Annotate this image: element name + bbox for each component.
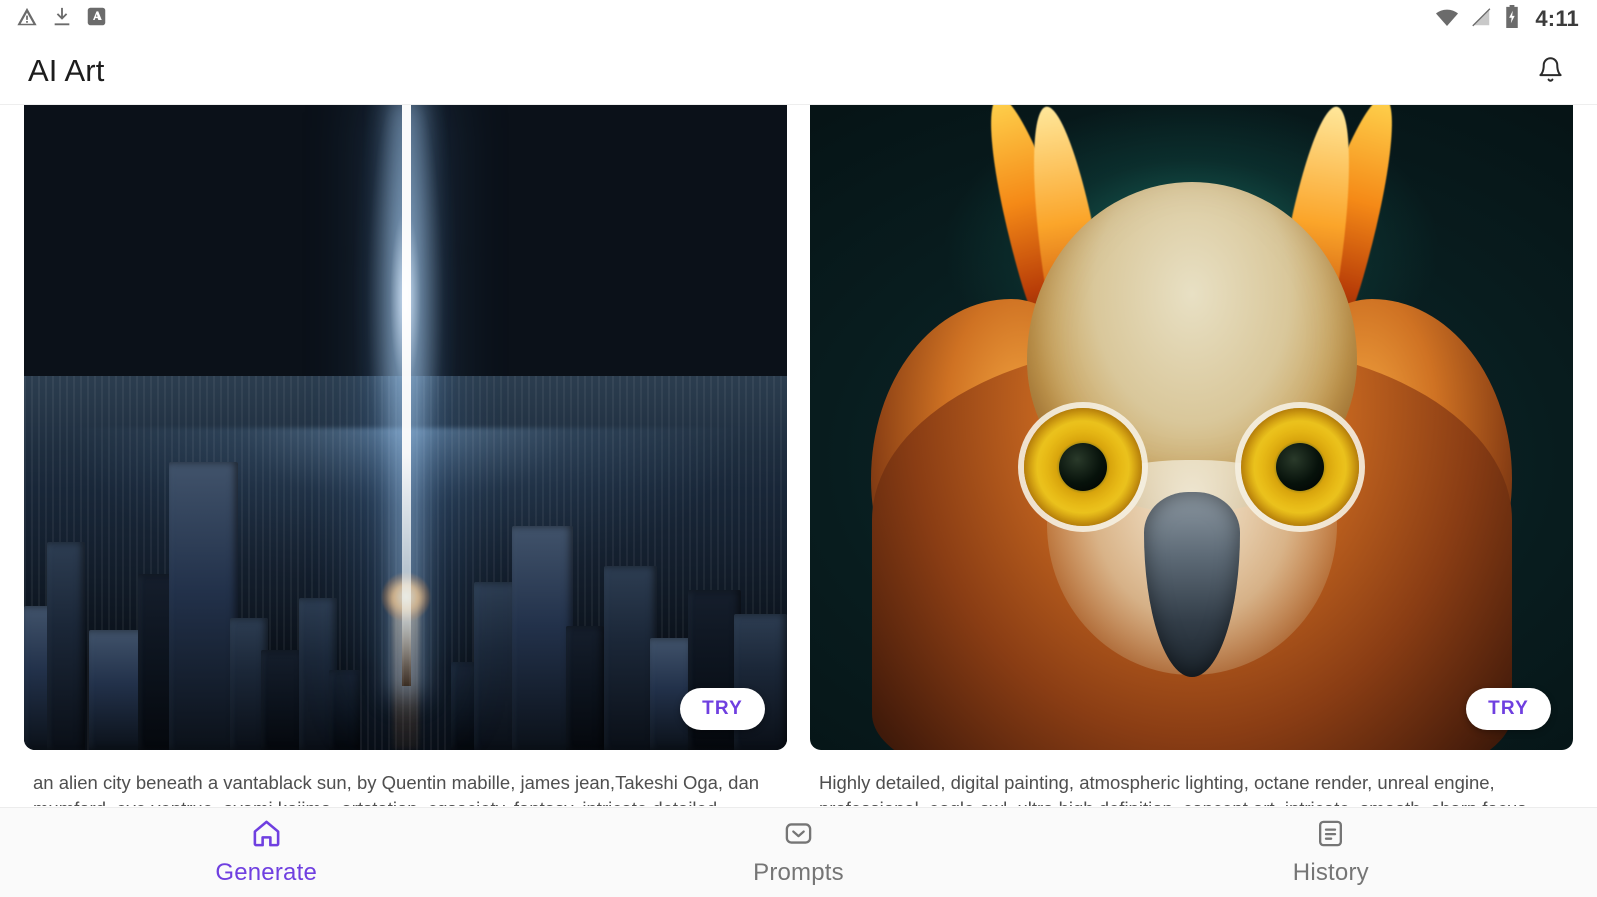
no-signal-icon — [1470, 6, 1492, 33]
status-bar: 4:11 — [0, 0, 1597, 38]
owl-eye-right — [1241, 408, 1360, 527]
nav-label-generate: Generate — [215, 859, 317, 886]
nav-label-prompts: Prompts — [753, 859, 844, 886]
bell-icon — [1537, 56, 1564, 86]
art-gallery[interactable]: TRY an alien city beneath a vantablack s… — [0, 105, 1597, 807]
status-bar-left-icons — [16, 6, 107, 33]
home-icon — [251, 818, 282, 852]
status-bar-right-icons: 4:11 — [1435, 5, 1579, 34]
art-image-eagle-owl[interactable]: TRY — [810, 105, 1573, 750]
app-a-icon — [86, 6, 107, 32]
ai-art-app: 4:11 AI Art TRY an alien city beneath a … — [0, 0, 1597, 897]
city-light-beam — [401, 105, 411, 686]
status-bar-clock: 4:11 — [1535, 6, 1579, 31]
chevron-box-icon — [783, 818, 814, 852]
app-bar: AI Art — [0, 38, 1597, 105]
try-button-eagle-owl[interactable]: TRY — [1466, 688, 1551, 730]
try-button-alien-city[interactable]: TRY — [680, 688, 765, 730]
warning-triangle-icon — [16, 6, 38, 33]
nav-label-history: History — [1292, 859, 1369, 886]
owl-illustration — [810, 105, 1573, 750]
page-title: AI Art — [28, 53, 105, 88]
art-card-eagle-owl[interactable]: TRY Highly detailed, digital painting, a… — [810, 105, 1573, 807]
battery-charging-icon — [1503, 5, 1521, 33]
nav-item-history[interactable]: History — [1065, 808, 1597, 897]
document-list-icon — [1315, 818, 1346, 852]
nav-item-prompts[interactable]: Prompts — [532, 808, 1064, 897]
art-card-alien-city[interactable]: TRY an alien city beneath a vantablack s… — [24, 105, 787, 807]
art-caption-alien-city: an alien city beneath a vantablack sun, … — [33, 772, 760, 806]
owl-eye-left — [1023, 408, 1142, 527]
art-caption-eagle-owl: Highly detailed, digital painting, atmos… — [819, 772, 1532, 806]
download-icon — [51, 6, 73, 33]
nav-item-generate[interactable]: Generate — [0, 808, 532, 897]
notifications-button[interactable] — [1527, 48, 1573, 94]
bottom-navigation-bar: Generate Prompts History — [0, 807, 1597, 897]
art-image-alien-city[interactable]: TRY — [24, 105, 787, 750]
wifi-icon — [1435, 5, 1459, 34]
